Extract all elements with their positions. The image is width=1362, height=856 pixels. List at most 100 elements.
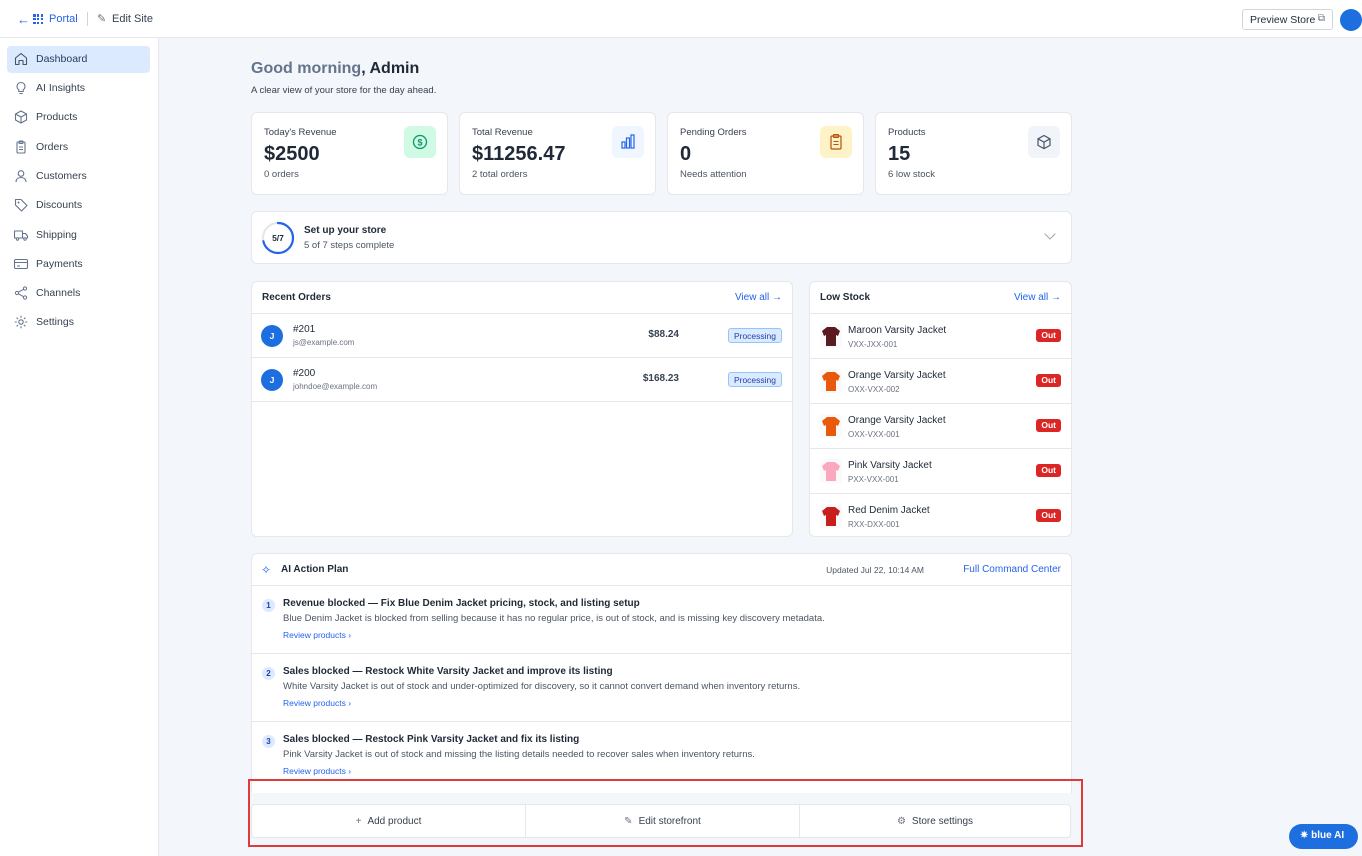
product-thumbnail <box>820 504 842 528</box>
review-products-link[interactable]: Review products › <box>283 698 351 708</box>
product-sku: OXX-VXX-002 <box>848 385 900 394</box>
order-email: johndoe@example.com <box>293 382 378 391</box>
setup-subtitle: 5 of 7 steps complete <box>304 240 395 251</box>
setup-card[interactable]: 5/7 Set up your store 5 of 7 steps compl… <box>251 211 1072 264</box>
divider <box>87 12 88 26</box>
blue-ai-button[interactable]: ✷ blue AI <box>1289 824 1358 849</box>
table-row[interactable]: J #201 js@example.com $88.24 Processing <box>252 314 792 358</box>
sidebar-item-shipping[interactable]: Shipping <box>7 222 150 249</box>
stat-value: $11256.47 <box>472 143 566 165</box>
order-email: js@example.com <box>293 338 355 347</box>
sidebar-item-label: Customers <box>36 170 87 182</box>
view-all-link[interactable]: View all → <box>1014 292 1061 303</box>
avatar[interactable] <box>1340 9 1362 31</box>
preview-store-label: Preview Store <box>1250 14 1316 26</box>
view-all-link[interactable]: View all → <box>735 292 782 303</box>
product-sku: RXX-DXX-001 <box>848 520 900 529</box>
list-item[interactable]: Red Denim Jacket RXX-DXX-001 Out <box>810 494 1071 539</box>
action-description: White Varsity Jacket is out of stock and… <box>283 681 801 692</box>
top-bar: ← Portal ✎ Edit Site Preview Store ⧉ <box>0 0 1362 38</box>
sidebar-item-orders[interactable]: Orders <box>7 134 150 161</box>
panel-title: Recent Orders <box>262 292 331 303</box>
customer-avatar: J <box>261 325 283 347</box>
pencil-icon: ✎ <box>97 13 107 25</box>
sidebar-item-label: AI Insights <box>36 82 86 94</box>
stat-card-products: Products 15 6 low stock <box>875 112 1072 195</box>
tag-icon <box>14 198 28 212</box>
order-id: #201 <box>293 324 316 335</box>
clipboard-icon <box>16 140 26 154</box>
review-products-link[interactable]: Review products › <box>283 630 351 640</box>
stat-value: 0 <box>680 143 692 165</box>
sidebar-item-ai-insights[interactable]: AI Insights <box>7 75 150 102</box>
sidebar-item-label: Discounts <box>36 199 83 211</box>
action-description: Pink Varsity Jacket is out of stock and … <box>283 749 755 760</box>
stat-title: Pending Orders <box>680 127 747 138</box>
sparkle-icon: ✧ <box>261 563 272 577</box>
list-item[interactable]: Maroon Varsity Jacket VXX-JXX-001 Out <box>810 314 1071 359</box>
sidebar: Dashboard AI Insights Products Orders Cu… <box>0 38 159 856</box>
highlight-box <box>248 779 1083 847</box>
grid-icon[interactable] <box>33 14 43 24</box>
sparkle-icon: ✷ <box>1300 830 1309 841</box>
stat-note: 6 low stock <box>888 169 935 180</box>
box-icon <box>14 110 28 124</box>
list-item[interactable]: Pink Varsity Jacket PXX-VXX-001 Out <box>810 449 1071 494</box>
action-item: 2 Sales blocked — Restock White Varsity … <box>252 654 1071 722</box>
sidebar-item-customers[interactable]: Customers <box>7 163 150 190</box>
low-stock-panel: Low Stock View all → Maroon Varsity Jack… <box>809 281 1072 537</box>
full-command-center-link[interactable]: Full Command Center <box>963 564 1061 575</box>
page-title: Good morning, Admin <box>251 60 419 78</box>
action-title: Sales blocked — Restock White Varsity Ja… <box>283 666 613 677</box>
action-title: Sales blocked — Restock Pink Varsity Jac… <box>283 734 580 745</box>
sidebar-item-channels[interactable]: Channels <box>7 280 150 307</box>
panel-header: Low Stock View all → <box>810 282 1071 314</box>
stat-card-todays-revenue: Today's Revenue $2500 0 orders $ <box>251 112 448 195</box>
action-item: 1 Revenue blocked — Fix Blue Denim Jacke… <box>252 586 1071 654</box>
sidebar-item-label: Payments <box>36 258 83 270</box>
product-thumbnail <box>820 369 842 393</box>
chevron-down-icon[interactable] <box>1044 228 1056 240</box>
blue-ai-label: blue AI <box>1311 830 1345 841</box>
product-name: Orange Varsity Jacket <box>848 415 946 426</box>
edit-site-link[interactable]: Edit Site <box>112 13 153 25</box>
card-icon <box>13 258 29 270</box>
gear-icon <box>14 315 28 329</box>
panel-title: AI Action Plan <box>281 564 349 575</box>
box-icon <box>1028 126 1060 158</box>
setup-title: Set up your store <box>304 225 387 236</box>
list-item[interactable]: Orange Varsity Jacket OXX-VXX-002 Out <box>810 359 1071 404</box>
product-name: Red Denim Jacket <box>848 505 930 516</box>
status-badge: Processing <box>727 372 782 387</box>
panel-header: Recent Orders View all → <box>252 282 792 314</box>
progress-ring: 5/7 <box>261 221 295 255</box>
lightbulb-icon <box>16 81 26 95</box>
table-row[interactable]: J #200 johndoe@example.com $168.23 Proce… <box>252 358 792 402</box>
action-number: 3 <box>262 735 275 748</box>
panel-header: ✧ AI Action Plan Updated Jul 22, 10:14 A… <box>252 554 1071 586</box>
stat-note: 2 total orders <box>472 169 528 180</box>
list-item[interactable]: Orange Varsity Jacket OXX-VXX-001 Out <box>810 404 1071 449</box>
sidebar-item-discounts[interactable]: Discounts <box>7 192 150 219</box>
stat-note: 0 orders <box>264 169 299 180</box>
sidebar-item-settings[interactable]: Settings <box>7 309 150 336</box>
portal-link[interactable]: Portal <box>49 13 78 25</box>
greeting-prefix: Good morning <box>251 60 362 77</box>
product-thumbnail <box>820 324 842 348</box>
preview-store-button[interactable]: Preview Store ⧉ <box>1242 9 1333 30</box>
stat-value: $2500 <box>264 143 320 165</box>
stat-title: Products <box>888 127 926 138</box>
sidebar-item-payments[interactable]: Payments <box>7 251 150 278</box>
product-sku: OXX-VXX-001 <box>848 430 900 439</box>
status-badge: Processing <box>727 328 782 343</box>
stat-title: Today's Revenue <box>264 127 337 138</box>
sidebar-item-label: Orders <box>36 141 69 153</box>
back-arrow-icon[interactable]: ← <box>17 12 30 27</box>
product-name: Pink Varsity Jacket <box>848 460 932 471</box>
review-products-link[interactable]: Review products › <box>283 766 351 776</box>
out-of-stock-badge: Out <box>1036 419 1061 432</box>
sidebar-item-products[interactable]: Products <box>7 104 150 131</box>
sidebar-item-label: Shipping <box>36 229 77 241</box>
sidebar-item-dashboard[interactable]: Dashboard <box>7 46 150 73</box>
out-of-stock-badge: Out <box>1036 374 1061 387</box>
